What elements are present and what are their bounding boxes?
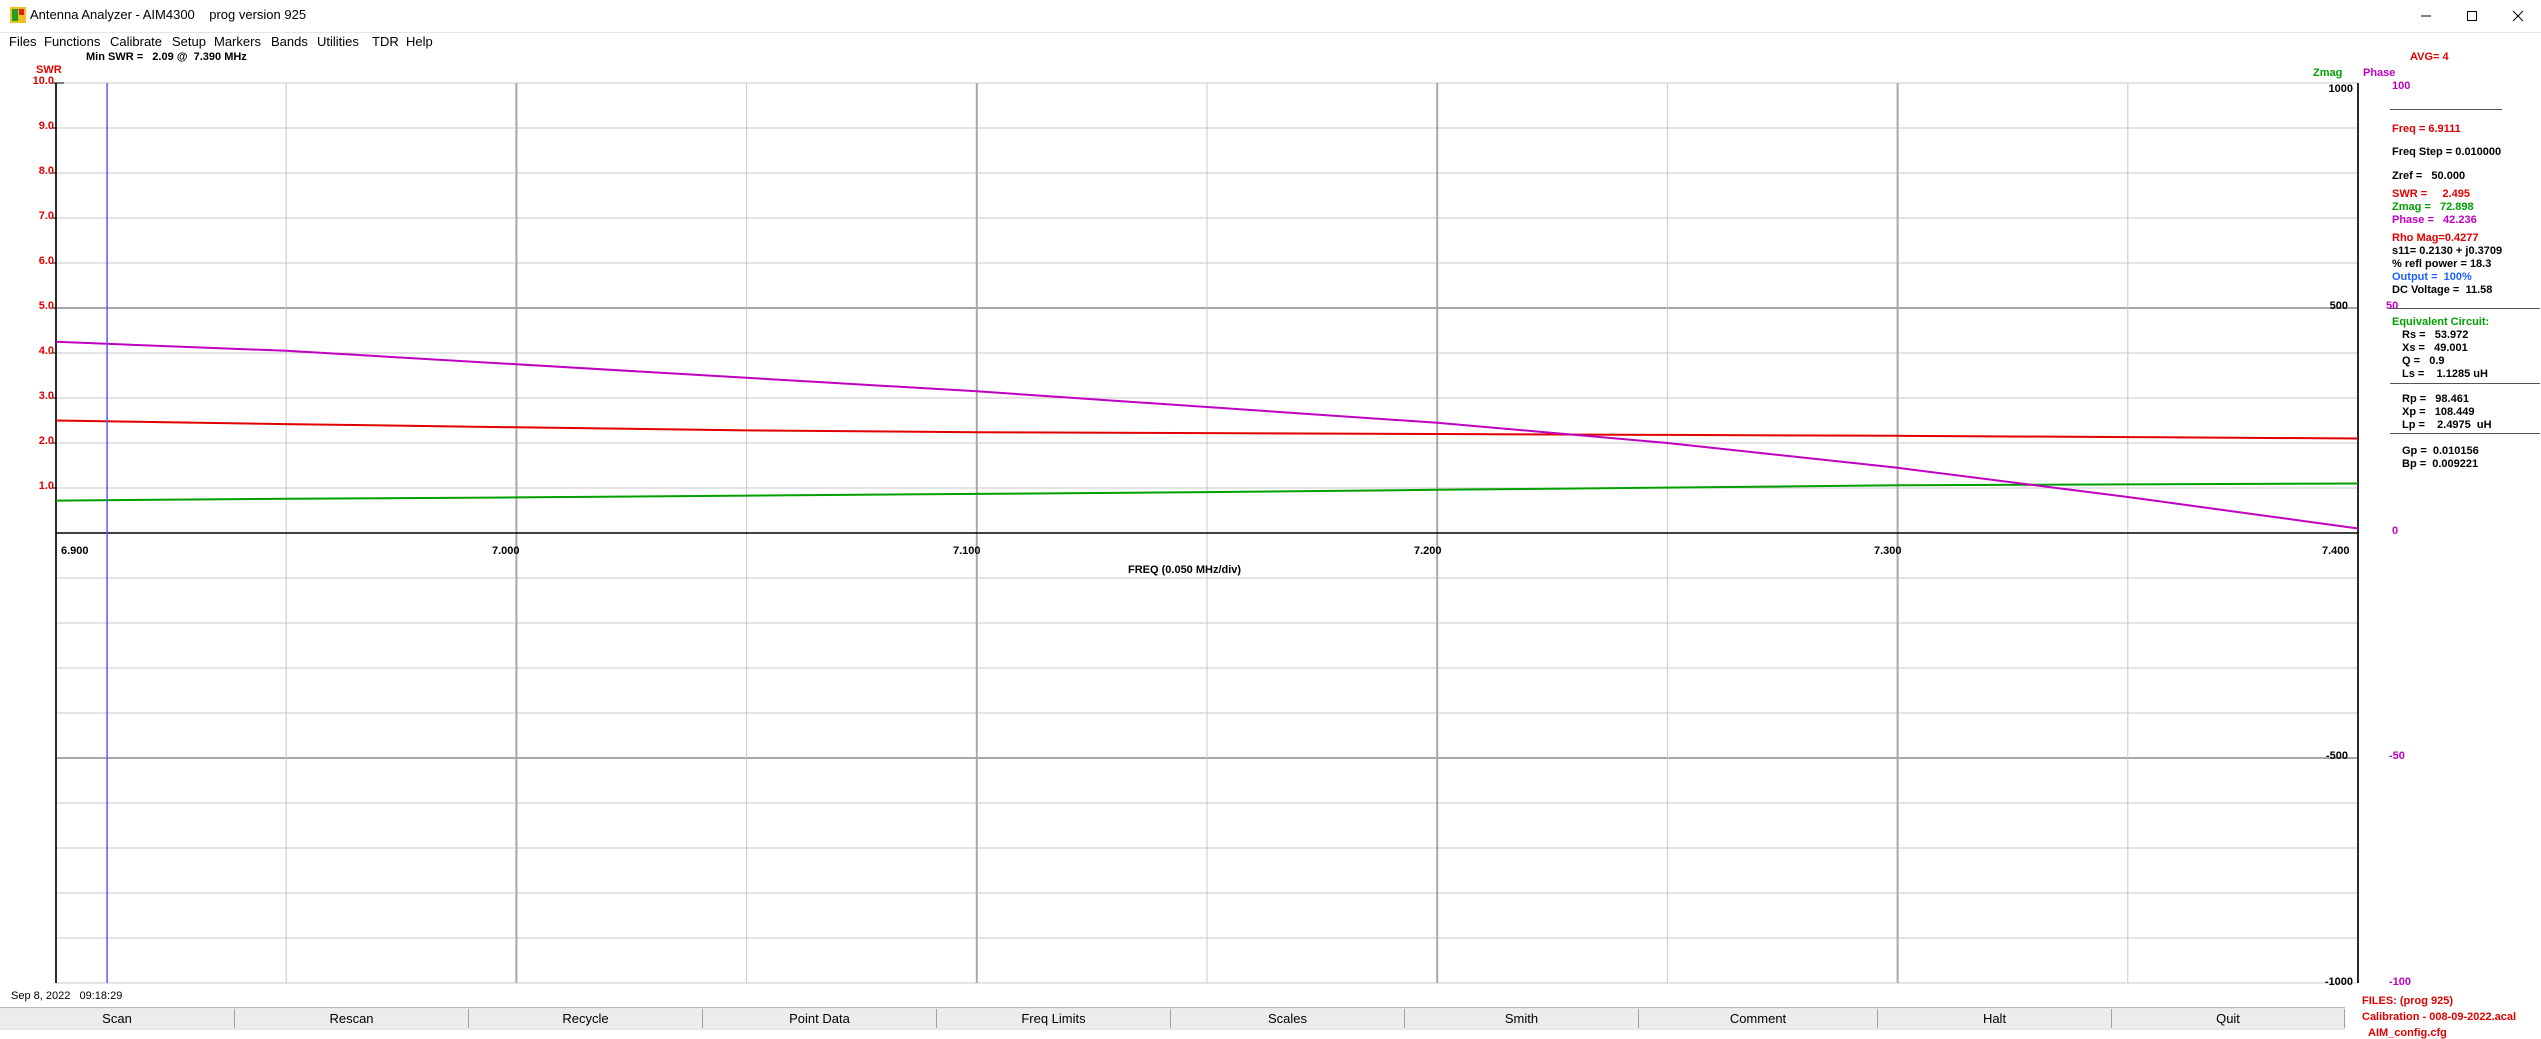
q-readout: Q = 0.9 — [2402, 355, 2445, 367]
zmag-tick: -500 — [2325, 750, 2348, 762]
freq-tick: 7.100 — [953, 545, 981, 557]
bp-readout: Bp = 0.009221 — [2402, 458, 2479, 470]
swr-tick: 1.0 — [38, 480, 54, 492]
freq-tick: 7.000 — [492, 545, 520, 557]
freq-limits-button[interactable]: Freq Limits — [937, 1009, 1171, 1028]
phase-tick: 100 — [2392, 80, 2411, 92]
zmag-tick: -1000 — [2324, 976, 2353, 988]
config-file: AIM_config.cfg — [2368, 1027, 2447, 1039]
gp-readout: Gp = 0.010156 — [2402, 445, 2479, 457]
swr-tick: 4.0 — [38, 345, 54, 357]
swr-tick: 5.0 — [38, 300, 54, 312]
comment-button[interactable]: Comment — [1639, 1009, 1878, 1028]
swr-tick: 2.0 — [38, 435, 54, 447]
rs-readout: Rs = 53.972 — [2402, 329, 2469, 341]
freq-tick: 7.300 — [1874, 545, 1902, 557]
scan-button[interactable]: Scan — [0, 1009, 235, 1028]
freq-axis-label: FREQ (0.050 MHz/div) — [1128, 564, 1242, 576]
phase-axis-title: Phase — [2363, 67, 2396, 79]
plot-grid — [52, 82, 2359, 984]
zmag-tick: 1000 — [2328, 83, 2353, 95]
swr-tick: 10.0 — [32, 75, 54, 87]
freq-tick: 7.400 — [2322, 545, 2350, 557]
phase-tick: 0 — [2392, 525, 2399, 537]
dc-voltage-readout: DC Voltage = 11.58 — [2392, 284, 2493, 296]
rp-readout: Rp = 98.461 — [2402, 393, 2469, 405]
phase-readout: Phase = 42.236 — [2392, 214, 2477, 226]
calibration-file: Calibration - 008-09-2022.acal — [2362, 1011, 2517, 1023]
files-title: FILES: (prog 925) — [2362, 995, 2454, 1007]
freq-tick: 6.900 — [61, 545, 89, 557]
xp-readout: Xp = 108.449 — [2402, 406, 2475, 418]
lp-readout: Lp = 2.4975 uH — [2402, 419, 2492, 431]
swr-tick: 3.0 — [38, 390, 54, 402]
refl-power-readout: % refl power = 18.3 — [2392, 258, 2492, 270]
freq-readout: Freq = 6.9111 — [2392, 123, 2461, 135]
recycle-button[interactable]: Recycle — [469, 1009, 703, 1028]
phase-tick: -100 — [2389, 976, 2412, 988]
halt-button[interactable]: Halt — [1878, 1009, 2112, 1028]
quit-button[interactable]: Quit — [2112, 1009, 2345, 1028]
point-data-button[interactable]: Point Data — [703, 1009, 937, 1028]
swr-tick: 9.0 — [38, 120, 54, 132]
plot-area — [52, 82, 2359, 984]
divider — [2390, 433, 2540, 434]
phase-tick: 50 — [2386, 300, 2399, 312]
freq-step-readout: Freq Step = 0.010000 — [2392, 146, 2502, 158]
zmag-readout: Zmag = 72.898 — [2392, 201, 2474, 213]
timestamp: Sep 8, 2022 09:18:29 — [11, 990, 123, 1002]
s11-readout: s11= 0.2130 + j0.3709 — [2392, 245, 2503, 257]
output-readout: Output = 100% — [2392, 271, 2472, 283]
min-swr-readout: Min SWR = 2.09 @ 7.390 MHz — [86, 51, 247, 63]
scales-button[interactable]: Scales — [1171, 1009, 1405, 1028]
swr-tick: 8.0 — [38, 165, 54, 177]
phase-tick: -50 — [2389, 750, 2405, 762]
freq-tick: 7.200 — [1414, 545, 1442, 557]
smith-button[interactable]: Smith — [1405, 1009, 1639, 1028]
swr-tick: 7.0 — [38, 210, 54, 222]
divider — [2390, 109, 2502, 110]
equivalent-circuit-title: Equivalent Circuit: — [2392, 316, 2490, 328]
zmag-axis-title: Zmag — [2313, 67, 2343, 79]
divider — [2390, 383, 2540, 384]
swr-tick: 6.0 — [38, 255, 54, 267]
zref-readout: Zref = 50.000 — [2392, 170, 2466, 182]
avg-readout: AVG= 4 — [2410, 51, 2449, 63]
rescan-button[interactable]: Rescan — [235, 1009, 469, 1028]
ls-readout: Ls = 1.1285 uH — [2402, 368, 2488, 380]
button-bar: Scan Rescan Recycle Point Data Freq Limi… — [0, 1007, 2345, 1030]
swr-readout: SWR = 2.495 — [2392, 188, 2470, 200]
rho-readout: Rho Mag=0.4277 — [2392, 232, 2479, 244]
xs-readout: Xs = 49.001 — [2402, 342, 2468, 354]
divider — [2390, 308, 2540, 309]
zmag-tick: 500 — [2329, 300, 2348, 312]
